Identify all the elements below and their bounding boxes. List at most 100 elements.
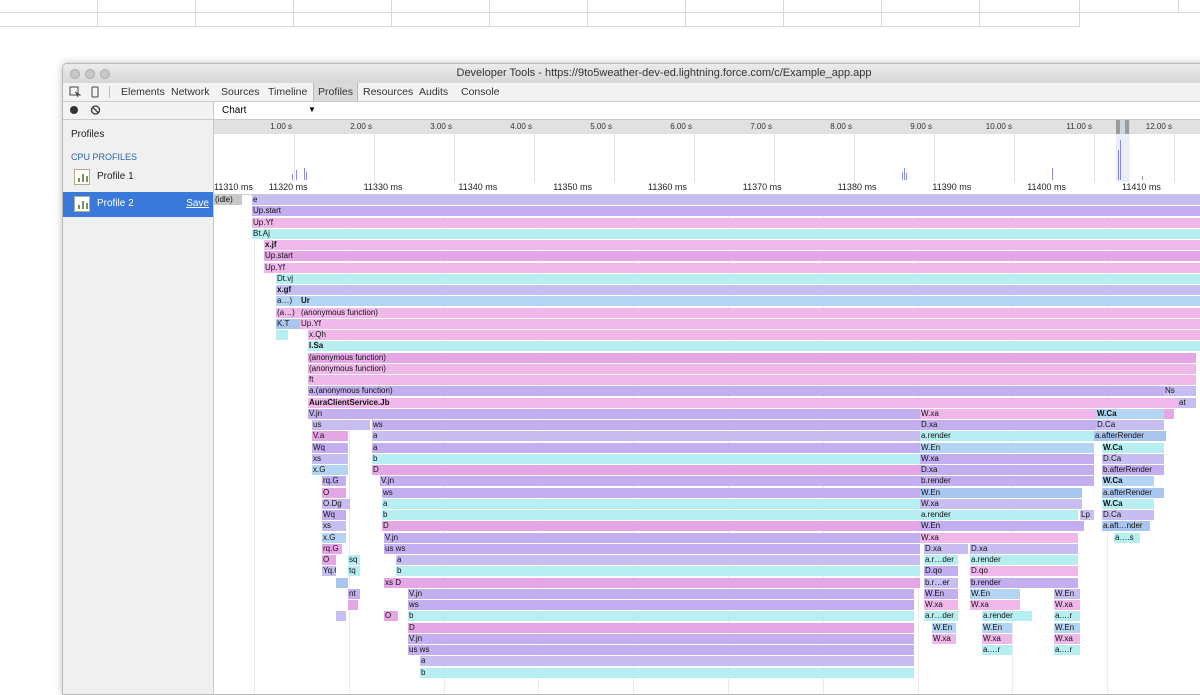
flame-frame[interactable]: ws (372, 420, 920, 431)
tab-sources[interactable]: Sources (217, 83, 264, 101)
flame-frame[interactable]: Up.Yf (252, 217, 1200, 228)
flame-frame[interactable]: D.xa (920, 465, 1094, 476)
chevron-down-icon[interactable]: ▼ (308, 105, 316, 114)
flame-frame[interactable]: b.render (920, 476, 1094, 487)
flame-frame[interactable]: V.jn (308, 408, 920, 419)
flame-frame[interactable]: W.xa (924, 600, 958, 611)
flame-frame[interactable]: a.r…der (924, 555, 958, 566)
flame-frame[interactable] (336, 577, 348, 588)
flame-frame[interactable]: W.xa (970, 600, 1020, 611)
flame-frame[interactable]: D.qo (970, 566, 1078, 577)
flame-frame[interactable]: b.afterRender (1102, 465, 1164, 476)
flame-frame[interactable]: W.xa (920, 498, 1082, 509)
flame-frame[interactable]: at (1178, 397, 1196, 408)
tab-timeline[interactable]: Timeline (264, 83, 311, 101)
flame-frame[interactable]: sq (348, 555, 360, 566)
flame-frame[interactable]: D.Ca (1102, 453, 1164, 464)
flame-frame[interactable]: Ur (300, 296, 1200, 307)
clear-icon[interactable] (90, 104, 101, 120)
flame-frame[interactable]: ws (382, 487, 920, 498)
flame-frame[interactable]: x.G (322, 532, 346, 543)
flame-frame[interactable]: (anonymous function) (308, 352, 1196, 363)
flame-frame[interactable]: x.jf (264, 240, 1200, 251)
flame-frame[interactable]: W.En (924, 588, 958, 599)
flame-frame[interactable]: a…) (276, 296, 300, 307)
flame-frame[interactable]: W.En (920, 442, 1094, 453)
flame-frame[interactable]: W.xa (1054, 600, 1080, 611)
flame-frame[interactable]: W.En (920, 487, 1082, 498)
flame-frame[interactable]: a (372, 431, 920, 442)
flame-frame[interactable]: a.r…der (924, 611, 958, 622)
flame-frame[interactable]: W.En (1054, 622, 1080, 633)
flame-frame[interactable]: K.T (276, 318, 300, 329)
flame-frame[interactable]: W.xa (1054, 633, 1080, 644)
flame-frame[interactable]: a.render (920, 431, 1094, 442)
flame-frame[interactable]: O.Dg (322, 498, 350, 509)
flame-frame[interactable]: a.render (982, 611, 1032, 622)
flame-frame[interactable]: a.(anonymous function) (308, 386, 1164, 397)
flame-frame[interactable]: W.Ca (1102, 498, 1154, 509)
flame-frame[interactable]: V.jn (384, 532, 920, 543)
profile-2-item[interactable]: Profile 2 Save (63, 192, 213, 217)
flame-frame[interactable]: Wq (322, 510, 346, 521)
flame-frame[interactable]: W.xa (982, 633, 1012, 644)
flame-frame[interactable]: rq.G (322, 543, 342, 554)
record-icon[interactable] (69, 104, 79, 120)
flame-frame[interactable]: a (372, 442, 920, 453)
flame-frame[interactable]: W.xa (920, 532, 1078, 543)
flame-frame[interactable]: a….s (1114, 532, 1140, 543)
flame-frame[interactable] (276, 330, 288, 341)
flame-frame[interactable]: a.render (970, 555, 1078, 566)
flame-frame[interactable]: W.Ca (1102, 442, 1164, 453)
flame-frame[interactable]: xs D (384, 577, 920, 588)
flame-frame[interactable]: b (408, 611, 914, 622)
flame-frame[interactable]: (a…) (276, 307, 300, 318)
flame-frame[interactable]: b (372, 453, 920, 464)
tab-audits[interactable]: Audits (415, 83, 452, 101)
flame-frame[interactable]: a.…r (982, 645, 1012, 656)
flame-frame[interactable] (348, 600, 358, 611)
view-select[interactable]: Chart (222, 105, 246, 116)
flame-frame[interactable]: us ws (408, 645, 914, 656)
flame-frame[interactable]: ft (308, 375, 1196, 386)
flame-frame[interactable]: W.En (982, 622, 1012, 633)
flame-frame[interactable]: W.xa (920, 453, 1094, 464)
flame-frame[interactable]: V.jn (408, 588, 914, 599)
flame-frame[interactable]: b (420, 667, 914, 678)
flame-frame[interactable]: a.afterRender (1094, 431, 1166, 442)
flame-frame[interactable]: D.xa (970, 543, 1078, 554)
flame-frame[interactable]: tq (348, 566, 360, 577)
tab-resources[interactable]: Resources (359, 83, 417, 101)
flame-frame[interactable]: x.G (312, 465, 348, 476)
flame-frame[interactable]: W.xa (932, 633, 956, 644)
flame-frame[interactable]: e (252, 195, 1200, 206)
flame-frame[interactable]: a.…r (1054, 611, 1080, 622)
flame-frame[interactable]: W.En (1054, 588, 1080, 599)
flame-frame[interactable]: a.render (920, 510, 1078, 521)
flame-frame[interactable]: b.render (970, 577, 1078, 588)
profiles-heading[interactable]: Profiles (71, 129, 104, 140)
flame-frame[interactable]: V.a (312, 431, 348, 442)
flame-frame[interactable]: Yq.G (322, 566, 336, 577)
flame-frame[interactable]: W.Ca (1102, 476, 1154, 487)
flame-frame[interactable]: Dt.vj (276, 273, 1200, 284)
flame-frame[interactable]: a.afterRender (1102, 487, 1164, 498)
flame-frame[interactable]: a.…r (1054, 645, 1080, 656)
flame-frame[interactable]: Wq (312, 442, 348, 453)
flame-frame[interactable]: I.Sa (308, 341, 1200, 352)
inspect-element-icon[interactable] (69, 86, 82, 101)
flame-frame[interactable] (336, 611, 346, 622)
device-mode-icon[interactable] (90, 86, 100, 101)
flame-frame[interactable]: D.Ca (1096, 420, 1164, 431)
flame-frame[interactable]: b.r…er (924, 577, 958, 588)
flame-frame[interactable]: rq.G (322, 476, 346, 487)
flame-frame[interactable]: a (420, 656, 914, 667)
save-link[interactable]: Save (186, 198, 209, 209)
flame-frame[interactable]: W.Ca (1096, 408, 1164, 419)
flame-frame[interactable]: a (396, 555, 920, 566)
flame-frame[interactable]: xs (312, 453, 348, 464)
flame-frame[interactable]: x.Qh (308, 330, 1200, 341)
flame-frame[interactable]: D.Ca (1102, 510, 1154, 521)
overview-timeline[interactable]: 1.00 s 2.00 s 3.00 s 4.00 s 5.00 s 6.00 s 7.00… (214, 120, 1200, 182)
flame-frame[interactable]: AuraClientService.Jb (308, 397, 1178, 408)
